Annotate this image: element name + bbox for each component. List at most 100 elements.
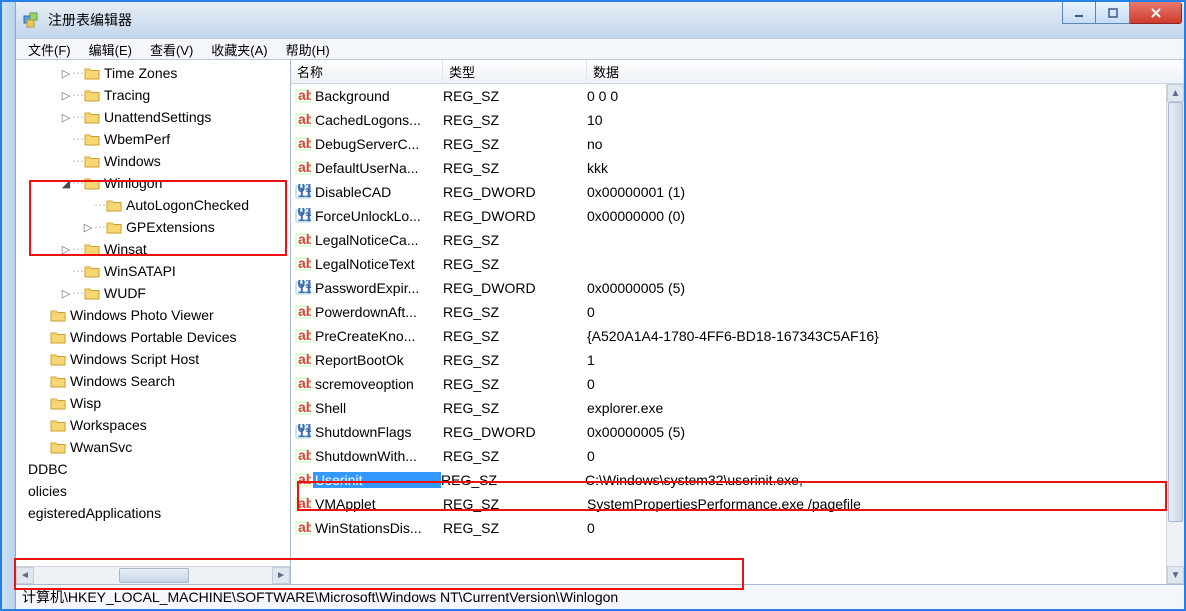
- folder-icon: [84, 176, 100, 190]
- folder-icon: [84, 132, 100, 146]
- value-name: DisableCAD: [315, 184, 443, 200]
- string-value-icon: ab: [295, 400, 311, 416]
- folder-icon: [106, 198, 122, 212]
- registry-value-row[interactable]: abPreCreateKno...REG_SZ{A520A1A4-1780-4F…: [291, 324, 1166, 348]
- tree-item[interactable]: Windows Script Host: [16, 348, 290, 370]
- string-value-icon: ab: [295, 88, 311, 104]
- column-header-data[interactable]: 数据: [587, 60, 1184, 83]
- expand-icon[interactable]: ▷: [60, 89, 72, 102]
- registry-value-row[interactable]: abVMAppletREG_SZSystemPropertiesPerforma…: [291, 492, 1166, 516]
- collapse-icon[interactable]: ◢: [60, 177, 72, 190]
- registry-value-row[interactable]: abDefaultUserNa...REG_SZkkk: [291, 156, 1166, 180]
- registry-value-row[interactable]: abLegalNoticeCa...REG_SZ: [291, 228, 1166, 252]
- svg-text:110: 110: [298, 184, 312, 200]
- close-button[interactable]: [1130, 2, 1182, 24]
- expand-icon[interactable]: ▷: [82, 221, 94, 234]
- value-data: C:\Windows\system32\userinit.exe,: [585, 472, 1166, 488]
- column-header-name[interactable]: 名称: [291, 60, 443, 83]
- value-name: DefaultUserNa...: [315, 160, 443, 176]
- tree-item[interactable]: ⋯WinSATAPI: [16, 260, 290, 282]
- value-data: 0: [587, 448, 1166, 464]
- tree-item[interactable]: ▷⋯GPExtensions: [16, 216, 290, 238]
- tree-item[interactable]: ▷⋯Tracing: [16, 84, 290, 106]
- folder-icon: [84, 264, 100, 278]
- minimize-button[interactable]: [1062, 2, 1096, 24]
- scroll-right-button[interactable]: ►: [272, 567, 290, 584]
- menu-item[interactable]: 查看(V): [142, 39, 201, 60]
- menu-item[interactable]: 帮助(H): [278, 39, 338, 60]
- expand-icon[interactable]: ▷: [60, 67, 72, 80]
- tree-item[interactable]: ⋯AutoLogonChecked: [16, 194, 290, 216]
- menu-item[interactable]: 收藏夹(A): [203, 39, 275, 60]
- tree-item[interactable]: ▷⋯Time Zones: [16, 62, 290, 84]
- titlebar[interactable]: 注册表编辑器: [16, 2, 1184, 38]
- column-header-type[interactable]: 类型: [443, 60, 587, 83]
- expand-icon[interactable]: ▷: [60, 243, 72, 256]
- registry-value-row[interactable]: abDebugServerC...REG_SZno: [291, 132, 1166, 156]
- registry-value-row[interactable]: abShellREG_SZexplorer.exe: [291, 396, 1166, 420]
- scroll-thumb[interactable]: [1168, 102, 1183, 522]
- registry-value-row[interactable]: 011110ForceUnlockLo...REG_DWORD0x0000000…: [291, 204, 1166, 228]
- expand-icon[interactable]: ▷: [60, 111, 72, 124]
- registry-value-row[interactable]: 011110PasswordExpir...REG_DWORD0x0000000…: [291, 276, 1166, 300]
- tree-connector-icon: ⋯: [72, 132, 82, 146]
- dword-value-icon: 011110: [295, 424, 311, 440]
- value-name: PasswordExpir...: [315, 280, 443, 296]
- registry-value-row[interactable]: abUserinitREG_SZC:\Windows\system32\user…: [291, 468, 1166, 492]
- menu-item[interactable]: 文件(F): [20, 39, 79, 60]
- list-panel: 名称 类型 数据 abBackgroundREG_SZ0 0 0abCached…: [291, 60, 1184, 584]
- tree-horizontal-scrollbar[interactable]: ◄ ►: [16, 566, 290, 584]
- registry-value-row[interactable]: 011110DisableCADREG_DWORD0x00000001 (1): [291, 180, 1166, 204]
- value-type: REG_SZ: [443, 160, 587, 176]
- tree-item[interactable]: Windows Photo Viewer: [16, 304, 290, 326]
- registry-value-row[interactable]: 011110ShutdownFlagsREG_DWORD0x00000005 (…: [291, 420, 1166, 444]
- maximize-button[interactable]: [1096, 2, 1130, 24]
- registry-value-row[interactable]: abReportBootOkREG_SZ1: [291, 348, 1166, 372]
- tree-item[interactable]: ▷⋯UnattendSettings: [16, 106, 290, 128]
- value-type: REG_SZ: [443, 232, 587, 248]
- tree-item[interactable]: Windows Search: [16, 370, 290, 392]
- tree-item[interactable]: egisteredApplications: [16, 502, 290, 524]
- menu-item[interactable]: 编辑(E): [81, 39, 140, 60]
- tree-item[interactable]: Windows Portable Devices: [16, 326, 290, 348]
- tree-item[interactable]: ▷⋯Winsat: [16, 238, 290, 260]
- folder-icon: [50, 374, 66, 388]
- value-data: {A520A1A4-1780-4FF6-BD18-167343C5AF16}: [587, 328, 1166, 344]
- tree-connector-icon: ⋯: [94, 198, 104, 212]
- registry-value-row[interactable]: abCachedLogons...REG_SZ10: [291, 108, 1166, 132]
- tree-item[interactable]: Wisp: [16, 392, 290, 414]
- string-value-icon: ab: [295, 448, 311, 464]
- svg-text:ab: ab: [298, 352, 311, 367]
- registry-value-row[interactable]: abPowerdownAft...REG_SZ0: [291, 300, 1166, 324]
- registry-value-row[interactable]: abLegalNoticeTextREG_SZ: [291, 252, 1166, 276]
- list-vertical-scrollbar[interactable]: ▲ ▼: [1166, 84, 1184, 584]
- string-value-icon: ab: [295, 112, 311, 128]
- scroll-down-button[interactable]: ▼: [1167, 566, 1184, 584]
- tree-item[interactable]: DDBC: [16, 458, 290, 480]
- tree-item-label: WwanSvc: [70, 439, 132, 455]
- value-type: REG_SZ: [443, 400, 587, 416]
- tree-item[interactable]: ◢⋯Winlogon: [16, 172, 290, 194]
- value-type: REG_SZ: [443, 88, 587, 104]
- scroll-left-button[interactable]: ◄: [16, 567, 34, 584]
- tree-item[interactable]: Workspaces: [16, 414, 290, 436]
- tree-item[interactable]: ▷⋯WUDF: [16, 282, 290, 304]
- value-type: REG_DWORD: [443, 208, 587, 224]
- value-name: CachedLogons...: [315, 112, 443, 128]
- scroll-thumb[interactable]: [119, 568, 189, 583]
- tree-item[interactable]: olicies: [16, 480, 290, 502]
- svg-text:ab: ab: [298, 328, 311, 343]
- registry-value-row[interactable]: abscremoveoptionREG_SZ0: [291, 372, 1166, 396]
- folder-icon: [84, 110, 100, 124]
- folder-icon: [84, 88, 100, 102]
- tree-item[interactable]: ⋯Windows: [16, 150, 290, 172]
- registry-value-row[interactable]: abWinStationsDis...REG_SZ0: [291, 516, 1166, 540]
- tree-item[interactable]: ⋯WbemPerf: [16, 128, 290, 150]
- value-type: REG_SZ: [443, 376, 587, 392]
- registry-value-row[interactable]: abBackgroundREG_SZ0 0 0: [291, 84, 1166, 108]
- svg-text:110: 110: [298, 208, 312, 224]
- expand-icon[interactable]: ▷: [60, 287, 72, 300]
- tree-item[interactable]: WwanSvc: [16, 436, 290, 458]
- scroll-up-button[interactable]: ▲: [1167, 84, 1184, 102]
- registry-value-row[interactable]: abShutdownWith...REG_SZ0: [291, 444, 1166, 468]
